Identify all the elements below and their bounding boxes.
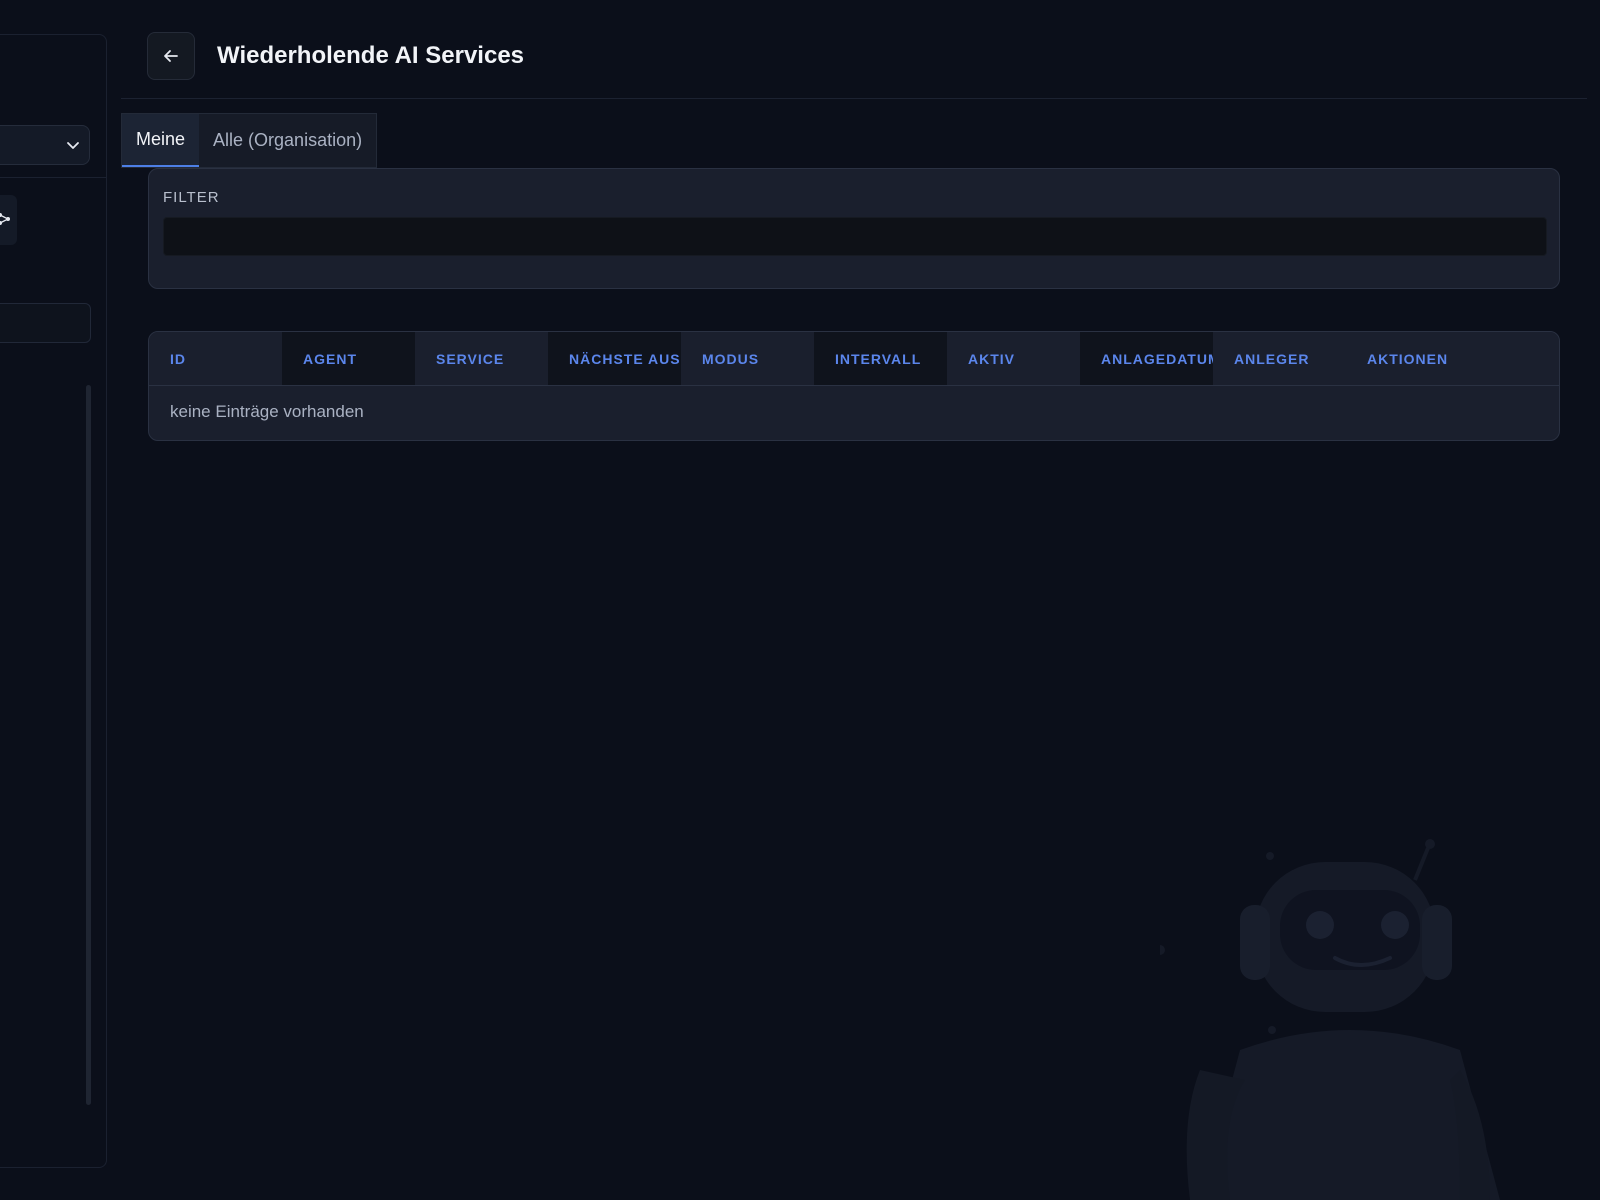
sidebar-divider [0,177,106,178]
column-header-aktiv[interactable]: AKTIV [947,332,1080,385]
chevron-down-icon [67,142,79,149]
filter-card: FILTER [148,168,1560,289]
filter-label: FILTER [163,189,220,206]
table-header: ID AGENT SERVICE NÄCHSTE AUSF MODUS INTE… [149,332,1559,386]
share-icon [0,213,10,225]
tab-meine[interactable]: Meine [122,114,200,167]
column-header-aktionen: AKTIONEN [1346,332,1559,385]
sidebar [0,34,107,1168]
tab-bar: Meine Alle (Organisation) [121,113,378,168]
arrow-left-icon [164,50,178,62]
services-table: ID AGENT SERVICE NÄCHSTE AUSF MODUS INTE… [148,331,1560,441]
sidebar-search-input[interactable] [0,303,91,343]
column-header-intervall[interactable]: INTERVALL [814,332,947,385]
column-header-id[interactable]: ID [149,332,282,385]
robot-illustration [1160,839,1500,1200]
column-header-modus[interactable]: MODUS [681,332,814,385]
sidebar-scrollbar[interactable] [86,385,91,1105]
column-header-service[interactable]: SERVICE [415,332,548,385]
header-divider [121,98,1587,99]
sidebar-select[interactable] [0,125,90,165]
column-header-anlagedatum[interactable]: ANLAGEDATUM [1080,332,1213,385]
column-header-agent[interactable]: AGENT [282,332,415,385]
empty-state-text: keine Einträge vorhanden [170,402,364,421]
column-header-naechste-ausfuehrung[interactable]: NÄCHSTE AUSF [548,332,681,385]
page-title: Wiederholende AI Services [217,42,525,69]
filter-input[interactable] [163,217,1547,256]
back-button[interactable] [147,32,195,80]
column-header-anleger[interactable]: ANLEGER [1213,332,1346,385]
tab-alle-organisation[interactable]: Alle (Organisation) [199,114,376,167]
sidebar-share-button[interactable] [0,195,17,245]
